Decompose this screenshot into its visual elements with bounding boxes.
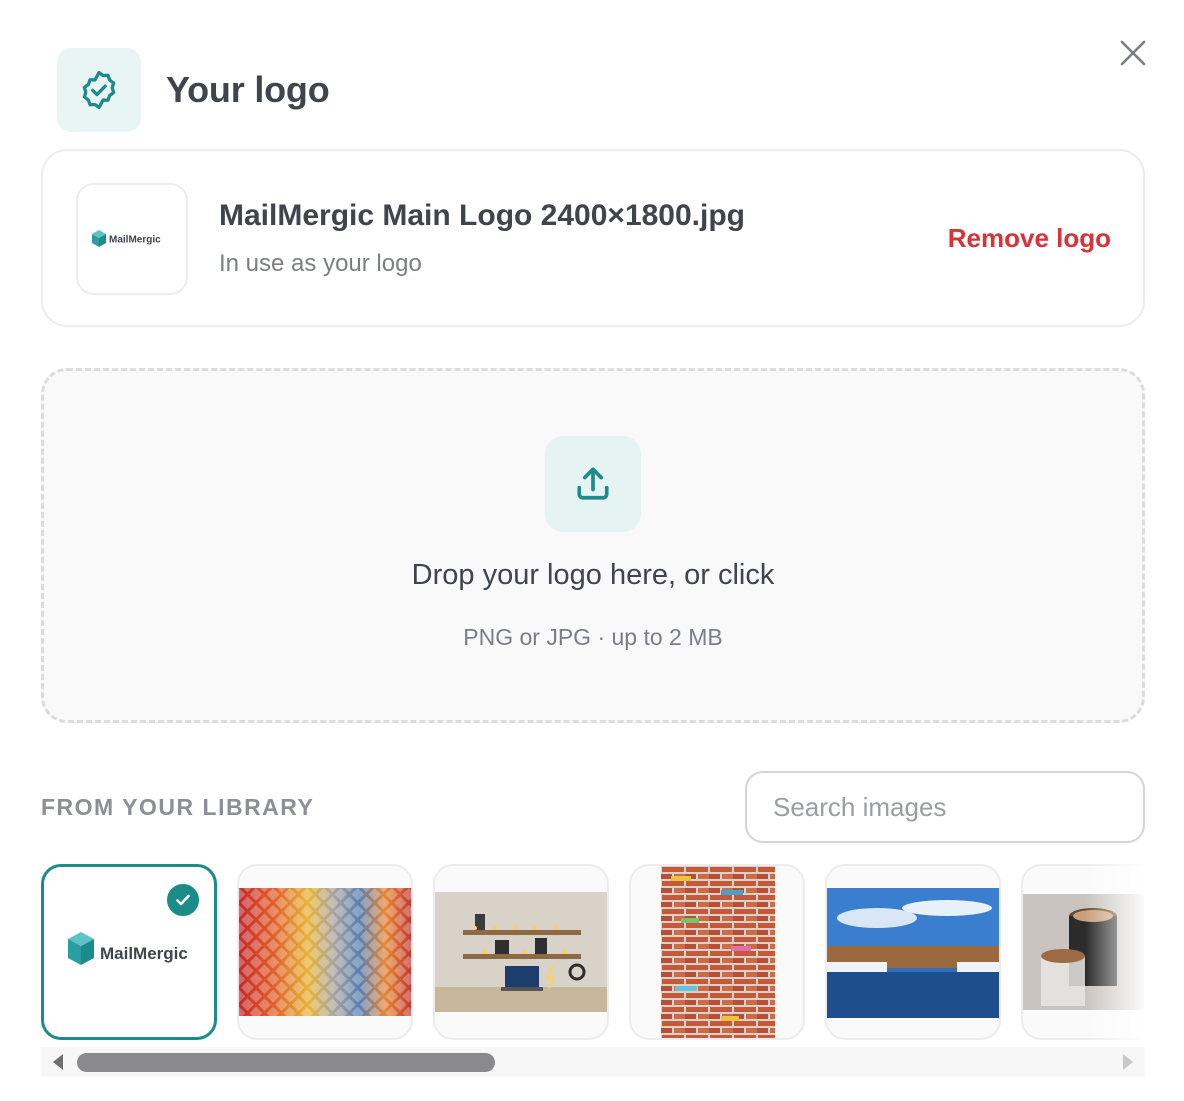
close-button[interactable] [1116, 36, 1150, 70]
scroll-right-arrow-icon[interactable] [1121, 1053, 1135, 1076]
current-logo-brand-text: MailMergic [109, 235, 161, 246]
landscape-image [827, 888, 999, 1018]
current-logo-filename: MailMergic Main Logo 2400×1800.jpg [219, 199, 745, 232]
current-logo-status: In use as your logo [219, 250, 422, 277]
dropzone-title: Drop your logo here, or click [411, 559, 775, 591]
remove-logo-button[interactable]: Remove logo [948, 223, 1111, 254]
current-logo-thumbnail: MailMergic [76, 183, 188, 295]
mosaic-image [239, 888, 411, 1016]
selected-check-icon [164, 881, 202, 919]
badge-check-icon [57, 48, 141, 132]
brand-cube-icon [92, 230, 106, 247]
dropzone-subtitle: PNG or JPG · up to 2 MB [463, 624, 723, 650]
scrollbar-thumb[interactable] [77, 1053, 495, 1072]
desk-image [435, 892, 607, 1012]
library-item-colorful-mosaic-tiles[interactable] [237, 864, 413, 1040]
close-icon [1120, 40, 1146, 66]
library-item-coffee-cups[interactable] [1021, 864, 1145, 1040]
dialog-title: Your logo [166, 69, 330, 110]
library-item-river-landscape[interactable] [825, 864, 1001, 1040]
dialog-header: Your logo [57, 48, 330, 132]
library-item-mailmergic-logo[interactable]: MailMergic [41, 864, 217, 1040]
library-thumbnail-strip: MailMergic [41, 864, 1145, 1040]
upload-dropzone[interactable]: Drop your logo here, or click PNG or JPG… [41, 368, 1145, 723]
search-images-input[interactable] [745, 771, 1145, 843]
library-item-desk-setup-shelves[interactable] [433, 864, 609, 1040]
coffee-image [1023, 894, 1145, 1010]
library-item-painted-brick-wall[interactable] [629, 864, 805, 1040]
horizontal-scrollbar[interactable] [41, 1047, 1145, 1077]
brick-image [661, 866, 775, 1038]
library-logo-brand-text: MailMergic [100, 944, 188, 963]
current-logo-card: MailMergic MailMergic Main Logo 2400×180… [41, 149, 1145, 327]
scroll-left-arrow-icon[interactable] [51, 1053, 65, 1076]
library-section-label: FROM YOUR LIBRARY [41, 794, 315, 820]
upload-icon [545, 436, 641, 532]
